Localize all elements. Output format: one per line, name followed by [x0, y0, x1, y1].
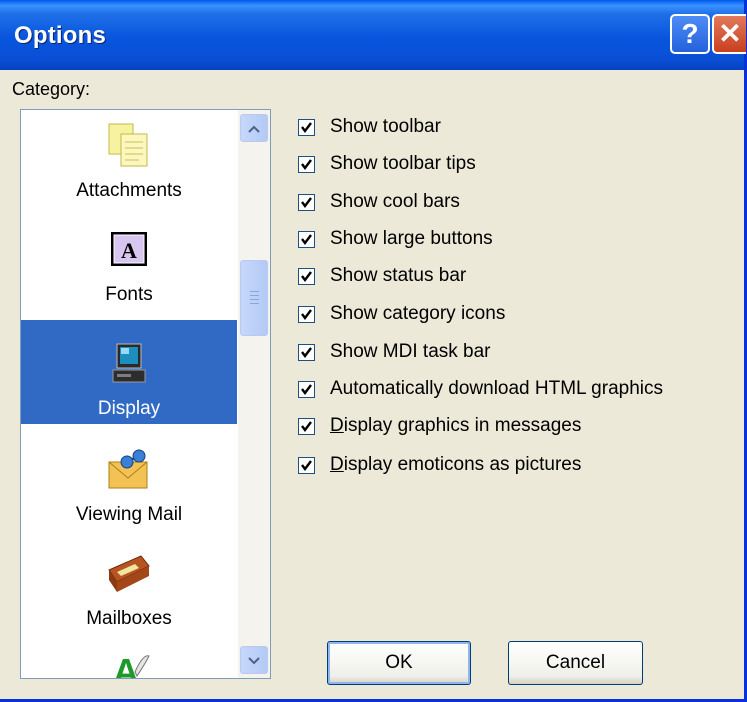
attachments-icon	[105, 122, 153, 170]
svg-text:A: A	[113, 651, 139, 679]
category-item-spelling[interactable]: A	[21, 622, 237, 679]
checkbox[interactable]	[298, 457, 315, 474]
category-item-viewing-mail[interactable]: Viewing Mail	[21, 426, 237, 530]
options-dialog: Options ? ✕ Category: Attachments A Font…	[0, 0, 747, 702]
ok-button[interactable]: OK	[327, 641, 471, 685]
category-item-mailboxes[interactable]: Mailboxes	[21, 530, 237, 634]
window-title: Options	[14, 22, 107, 49]
viewing-mail-icon	[105, 446, 153, 494]
option-label: Automatically download HTML graphics	[330, 378, 664, 399]
checkbox[interactable]	[298, 344, 315, 361]
category-label-viewing-mail: Viewing Mail	[75, 504, 183, 525]
help-button[interactable]: ?	[670, 14, 710, 54]
scroll-up-button[interactable]	[240, 114, 268, 142]
display-icon	[105, 340, 153, 388]
category-label-display: Display	[97, 398, 161, 419]
option-label: Show cool bars	[330, 191, 460, 212]
check-icon	[301, 421, 312, 432]
check-icon	[301, 159, 312, 170]
mailboxes-icon	[105, 550, 153, 598]
check-icon	[301, 197, 312, 208]
option-label: Show toolbar tips	[330, 153, 476, 174]
checkbox[interactable]	[298, 119, 315, 136]
check-icon	[301, 347, 312, 358]
fonts-icon: A	[105, 226, 153, 274]
scroll-thumb[interactable]	[240, 260, 268, 336]
scroll-down-button[interactable]	[240, 646, 268, 674]
check-icon	[301, 309, 312, 320]
category-item-fonts[interactable]: A Fonts	[21, 206, 237, 310]
grip-line	[250, 303, 259, 304]
category-scrollbar[interactable]	[238, 110, 270, 678]
check-icon	[301, 460, 312, 471]
title-bar[interactable]: Options ? ✕	[0, 0, 746, 70]
check-icon	[301, 384, 312, 395]
grip-line	[250, 295, 259, 296]
category-label-attachments: Attachments	[76, 180, 182, 201]
category-label: Category:	[12, 79, 91, 99]
cancel-button[interactable]: Cancel	[508, 641, 643, 685]
category-list[interactable]: Attachments A Fonts Display Viewing Mail…	[20, 109, 271, 679]
option-label: Display graphics in messages	[330, 415, 582, 436]
spelling-icon: A	[105, 642, 153, 679]
category-item-attachments[interactable]: Attachments	[21, 110, 237, 206]
checkbox[interactable]	[298, 194, 315, 211]
chevron-down-icon	[248, 657, 260, 665]
option-label: Show MDI task bar	[330, 341, 491, 362]
grip-line	[250, 299, 259, 300]
checkbox[interactable]	[298, 156, 315, 173]
check-icon	[301, 234, 312, 245]
category-item-display[interactable]: Display	[21, 320, 237, 424]
option-label: Show large buttons	[330, 228, 493, 249]
option-label: Show toolbar	[330, 116, 441, 137]
close-button[interactable]: ✕	[712, 14, 746, 54]
grip-line	[250, 291, 259, 292]
svg-text:A: A	[121, 238, 137, 263]
checkbox[interactable]	[298, 306, 315, 323]
checkbox[interactable]	[298, 418, 315, 435]
option-label: Show category icons	[330, 303, 506, 324]
checkbox[interactable]	[298, 231, 315, 248]
checkbox[interactable]	[298, 268, 315, 285]
option-label: Show status bar	[330, 265, 467, 286]
category-label-fonts: Fonts	[105, 284, 153, 305]
checkbox[interactable]	[298, 381, 315, 398]
option-label: Display emoticons as pictures	[330, 454, 582, 475]
check-icon	[301, 271, 312, 282]
check-icon	[301, 122, 312, 133]
chevron-up-icon	[248, 125, 260, 133]
